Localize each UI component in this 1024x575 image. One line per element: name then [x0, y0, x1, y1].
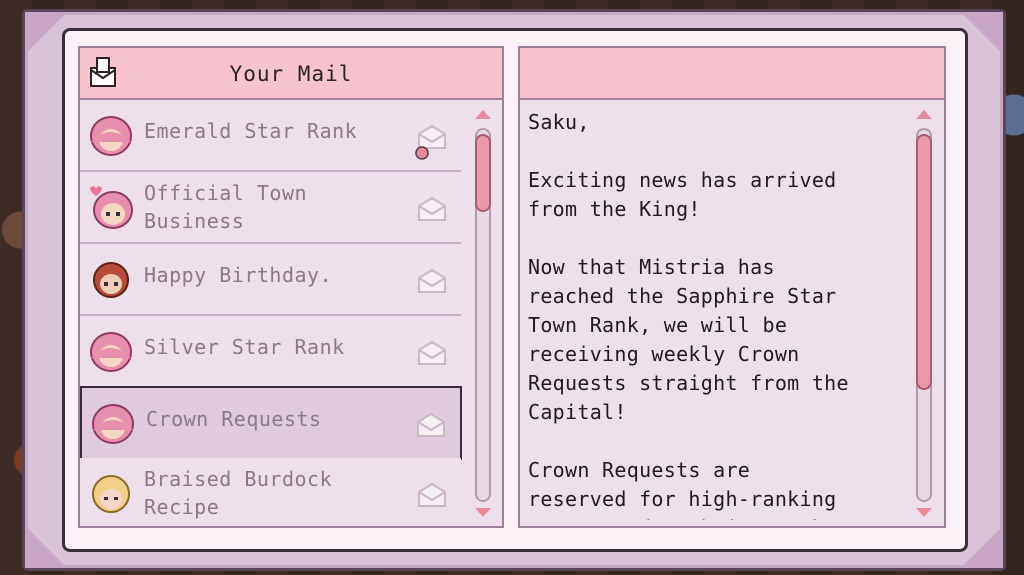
- envelope-icon: [418, 482, 446, 507]
- envelope-icon: [418, 268, 446, 293]
- pink-hair-girl-avatar-icon: [90, 116, 132, 156]
- pink-hair-girl-heart-avatar-icon: [90, 186, 133, 229]
- attachment-icon: [415, 146, 429, 160]
- mail-item[interactable]: Silver Star Rank: [80, 316, 461, 388]
- letter-body: Saku, Exciting news has arrived from the…: [528, 110, 849, 520]
- mail-item-label: Silver Star Rank: [144, 335, 345, 359]
- mail-item[interactable]: Braised Burdock Recipe: [80, 458, 461, 526]
- letter-scroll-thumb[interactable]: [916, 134, 932, 390]
- scroll-up-arrow-icon[interactable]: [475, 110, 491, 119]
- mail-item-label: Happy Birthday.: [144, 263, 333, 287]
- mail-item[interactable]: Emerald Star Rank: [80, 100, 461, 172]
- scroll-up-arrow-icon[interactable]: [916, 110, 932, 119]
- mail-item[interactable]: Official Town Business: [80, 172, 461, 244]
- pink-hair-girl-avatar-icon: [90, 332, 132, 372]
- mail-list-header: Your Mail: [80, 48, 502, 100]
- scroll-down-arrow-icon[interactable]: [916, 508, 932, 517]
- pink-hair-girl-avatar-icon: [92, 404, 134, 444]
- mail-item-label: Crown Requests: [146, 407, 322, 431]
- mail-list-panel: Your Mail Emerald Star Rank Official Tow…: [78, 46, 504, 528]
- mail-list-title: Your Mail: [229, 62, 353, 86]
- mail-item-label: Official Town Business: [144, 181, 308, 233]
- mail-item-selected[interactable]: Crown Requests: [80, 386, 462, 460]
- letter-panel: Saku, Exciting news has arrived from the…: [518, 46, 946, 528]
- mail-list: Emerald Star Rank Official Town Business: [80, 100, 463, 526]
- scroll-down-arrow-icon[interactable]: [475, 508, 491, 517]
- envelope-icon: [418, 340, 446, 365]
- letter-header: [520, 48, 944, 100]
- red-hair-boy-avatar-icon: [93, 262, 129, 298]
- mail-item-label: Braised Burdock Recipe: [144, 467, 333, 519]
- envelope-icon: [418, 196, 446, 221]
- mail-item[interactable]: Happy Birthday.: [80, 244, 461, 316]
- mail-list-scroll-thumb[interactable]: [475, 134, 491, 212]
- envelope-icon: [417, 412, 445, 437]
- blonde-chef-avatar-icon: [92, 475, 130, 513]
- mail-item-label: Emerald Star Rank: [144, 119, 358, 143]
